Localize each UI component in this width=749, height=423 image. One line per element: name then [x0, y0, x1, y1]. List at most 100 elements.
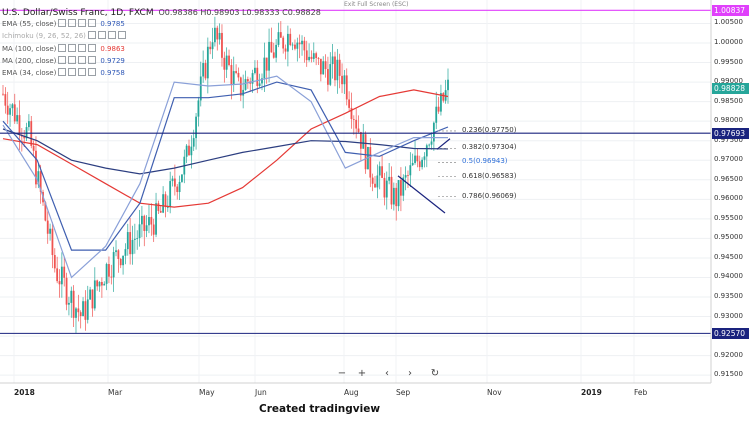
indicator-control-icon[interactable] — [68, 44, 77, 52]
candle-body — [338, 59, 341, 76]
candle-body — [16, 115, 19, 122]
candle-body — [53, 255, 56, 269]
candle-body — [310, 56, 313, 59]
candle-body — [305, 50, 308, 61]
indicator-control-icon[interactable] — [97, 31, 106, 39]
indicator-label: EMA (34, close) — [2, 69, 57, 77]
candle-body — [331, 56, 334, 65]
candle-body — [383, 177, 386, 198]
candle-body — [68, 302, 70, 305]
candle-body — [294, 44, 296, 49]
indicator-control-icon[interactable] — [68, 56, 77, 64]
candle-body — [268, 41, 270, 71]
candle-body — [124, 249, 127, 256]
candle-body — [225, 55, 228, 70]
candle-body — [277, 32, 280, 45]
x-tick-label: Mar — [108, 388, 123, 397]
candle-body — [108, 264, 110, 277]
candle-body — [303, 40, 306, 51]
indicator-control-icon[interactable] — [78, 68, 87, 76]
candle-body — [265, 57, 268, 71]
candle-body — [32, 145, 35, 151]
fib-label: 0.5(0.96943) — [462, 157, 508, 166]
candle-body — [221, 32, 223, 58]
indicator-label: MA (200, close) — [2, 57, 57, 65]
price-tag: 0.97693 — [712, 127, 749, 139]
indicator-row[interactable]: EMA (34, close) 0.9758 — [2, 68, 125, 77]
zoom-out-button[interactable]: − — [335, 367, 349, 381]
candle-body — [312, 53, 315, 59]
reset-button[interactable]: ↻ — [428, 367, 442, 381]
candle-body — [437, 106, 440, 112]
y-tick-label: 0.98500 — [714, 96, 743, 105]
candle-body — [185, 145, 188, 157]
candle-body — [122, 255, 124, 266]
candle-body — [159, 210, 162, 213]
indicator-control-icon[interactable] — [68, 19, 77, 27]
y-tick-label: 0.98000 — [714, 116, 743, 125]
indicator-control-icon[interactable] — [88, 56, 97, 64]
candle-body — [230, 65, 233, 85]
candle-body — [371, 177, 374, 184]
candle-body — [239, 77, 242, 96]
y-tick-label: 0.94500 — [714, 252, 743, 261]
indicator-control-icon[interactable] — [88, 19, 97, 27]
candle-body — [390, 176, 393, 205]
scroll-left-button[interactable]: ‹ — [380, 367, 394, 381]
indicator-control-icon[interactable] — [107, 31, 116, 39]
candle-body — [2, 93, 4, 95]
candle-body — [414, 155, 416, 163]
indicator-value: 0.9863 — [100, 45, 125, 53]
candle-body — [56, 268, 59, 282]
candle-body — [324, 61, 327, 70]
indicator-row[interactable]: Ichimoku (9, 26, 52, 26) — [2, 31, 130, 40]
candle-body — [336, 59, 339, 81]
zoom-in-button[interactable]: + — [355, 367, 369, 381]
candle-body — [141, 215, 143, 225]
candle-body — [100, 281, 103, 286]
candle-body — [423, 156, 426, 160]
candle-body — [395, 187, 398, 207]
indicator-control-icon[interactable] — [88, 44, 97, 52]
candle-body — [209, 46, 212, 50]
indicator-control-icon[interactable] — [68, 68, 77, 76]
indicator-control-icon[interactable] — [78, 19, 87, 27]
x-tick-label: Aug — [344, 388, 359, 397]
indicator-control-icon[interactable] — [58, 56, 67, 64]
candle-body — [133, 238, 136, 240]
candle-body — [164, 194, 167, 208]
candle-body — [400, 180, 402, 196]
y-tick-label: 0.92000 — [714, 350, 743, 359]
indicator-control-icon[interactable] — [117, 31, 126, 39]
candle-body — [89, 289, 92, 300]
candle-body — [169, 181, 172, 208]
candle-body — [197, 100, 200, 117]
indicator-control-icon[interactable] — [58, 19, 67, 27]
exit-fullscreen-button[interactable]: Exit Full Screen (ESC) — [344, 1, 408, 8]
indicator-control-icon[interactable] — [58, 44, 67, 52]
candle-body — [91, 289, 94, 309]
candle-body — [327, 69, 329, 85]
scroll-right-button[interactable]: › — [403, 367, 417, 381]
candle-body — [442, 93, 445, 101]
candle-body — [397, 180, 400, 207]
candle-body — [258, 83, 261, 86]
candle-body — [152, 224, 155, 235]
candle-body — [13, 104, 16, 122]
candle-body — [155, 203, 157, 235]
indicator-control-icon[interactable] — [87, 31, 96, 39]
candle-body — [291, 44, 294, 46]
indicator-line — [2, 81, 449, 251]
indicator-control-icon[interactable] — [78, 56, 87, 64]
candle-body — [246, 79, 249, 82]
indicator-control-icon[interactable] — [58, 68, 67, 76]
candle-body — [9, 108, 11, 115]
indicator-row[interactable]: MA (100, close) 0.9863 — [2, 44, 125, 53]
indicator-control-icon[interactable] — [88, 68, 97, 76]
symbol-label: U.S. Dollar/Swiss Franc, 1D, FXCM — [2, 8, 154, 18]
candle-body — [298, 42, 301, 45]
indicator-control-icon[interactable] — [78, 44, 87, 52]
indicator-row[interactable]: MA (200, close) 0.9729 — [2, 56, 125, 65]
x-tick-label: Jun — [255, 388, 267, 397]
indicator-row[interactable]: EMA (55, close) 0.9785 — [2, 19, 125, 28]
